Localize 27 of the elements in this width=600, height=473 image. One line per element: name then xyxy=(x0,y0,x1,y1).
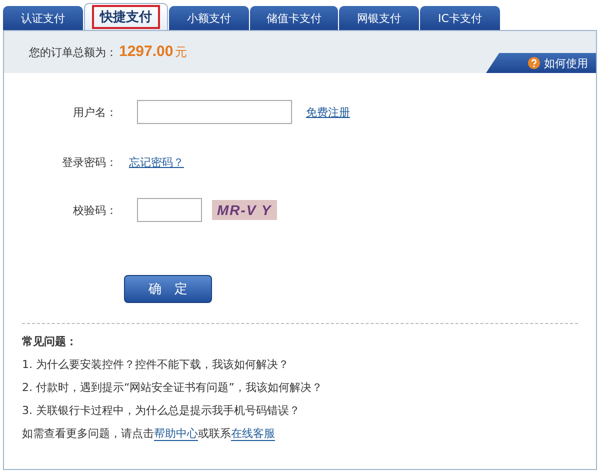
captcha-field[interactable] xyxy=(137,198,202,222)
help-link[interactable]: 在线客服 xyxy=(231,427,275,441)
order-total-label: 您的订单总额为： xyxy=(29,45,117,60)
faq-title: 常见问题： xyxy=(22,334,78,349)
password-label: 登录密码： xyxy=(61,154,117,170)
username-label: 用户名： xyxy=(72,104,117,120)
payment-tab[interactable]: 储值卡支付 xyxy=(250,6,338,30)
help-link[interactable]: 帮助中心 xyxy=(154,427,198,441)
currency-unit: 元 xyxy=(175,44,188,61)
faq-question[interactable]: 2. 付款时，遇到提示“网站安全证书有问题”，我该如何解决？ xyxy=(22,380,578,395)
payment-tab[interactable]: IC卡支付 xyxy=(420,6,500,30)
captcha-image: MR-V Y xyxy=(212,200,277,220)
payment-tab[interactable]: 小额支付 xyxy=(169,6,249,30)
more-help-text: 如需查看更多问题，请点击帮助中心或联系在线客服 xyxy=(22,426,276,441)
payment-tab[interactable]: 快捷支付 xyxy=(84,3,168,30)
order-amount: 1297.00 xyxy=(119,43,174,60)
username-field[interactable] xyxy=(137,100,292,124)
faq-question[interactable]: 3. 关联银行卡过程中，为什么总是提示我手机号码错误？ xyxy=(22,403,578,418)
faq-question[interactable]: 1. 为什么要安装控件？控件不能下载，我该如何解决？ xyxy=(22,357,578,372)
help-tab[interactable]: 如何使用 xyxy=(486,53,596,73)
payment-tab[interactable]: 网银支付 xyxy=(339,6,419,30)
register-link[interactable]: 免费注册 xyxy=(306,104,350,120)
help-icon xyxy=(528,57,540,69)
forgot-password-link[interactable]: 忘记密码？ xyxy=(129,154,184,170)
confirm-button[interactable]: 确 定 xyxy=(124,275,212,303)
captcha-label: 校验码： xyxy=(72,202,117,218)
payment-tab[interactable]: 认证支付 xyxy=(3,6,83,30)
